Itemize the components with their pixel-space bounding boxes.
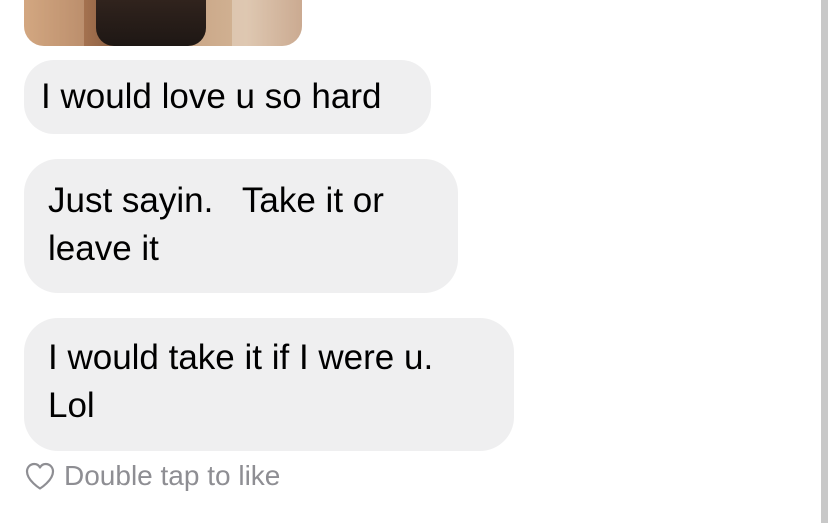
photo-message[interactable] bbox=[24, 0, 302, 46]
photo-subject bbox=[96, 0, 206, 46]
message-bubble[interactable]: I would love u so hard bbox=[24, 60, 431, 134]
message-thread: I would love u so hard Just sayin. Take … bbox=[0, 0, 812, 523]
screen-edge bbox=[821, 0, 828, 523]
message-bubble[interactable]: Just sayin. Take it or leave it bbox=[24, 159, 458, 293]
photo-detail-left bbox=[24, 0, 84, 46]
photo-detail-right bbox=[232, 0, 302, 46]
double-tap-like-hint[interactable]: Double tap to like bbox=[24, 458, 280, 494]
like-hint-label: Double tap to like bbox=[64, 460, 281, 491]
message-bubble[interactable]: I would take it if I were u. Lol bbox=[24, 318, 514, 451]
heart-outline-icon[interactable] bbox=[24, 461, 56, 491]
